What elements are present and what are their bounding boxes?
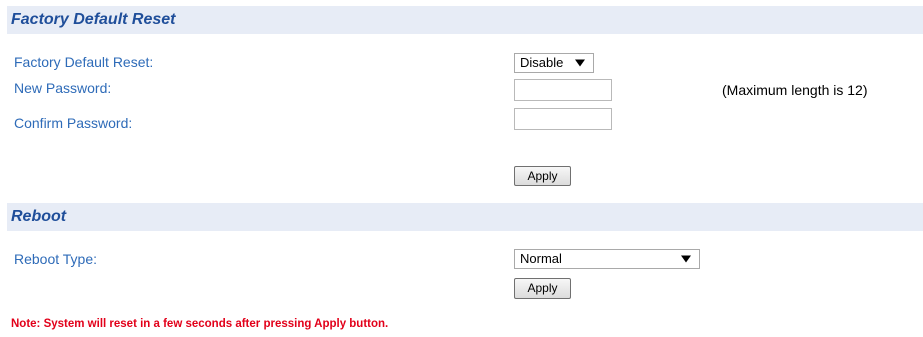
reboot-type-select-value: Normal xyxy=(520,251,562,266)
chevron-down-icon xyxy=(575,59,585,67)
factory-reset-select[interactable]: Disable xyxy=(514,53,594,73)
reboot-section-header: Reboot xyxy=(7,203,923,231)
chevron-down-icon xyxy=(681,255,691,263)
reboot-apply-button[interactable]: Apply xyxy=(514,278,571,299)
reboot-type-select[interactable]: Normal xyxy=(514,249,700,269)
reboot-type-label: Reboot Type: xyxy=(14,251,98,267)
factory-reset-label: Factory Default Reset: xyxy=(14,54,154,70)
confirm-password-field[interactable] xyxy=(514,108,612,130)
factory-reset-apply-button[interactable]: Apply xyxy=(514,166,571,186)
factory-reset-select-value: Disable xyxy=(520,55,564,70)
max-length-hint: (Maximum length is 12) xyxy=(722,82,868,98)
factory-reset-section-header: Factory Default Reset xyxy=(7,6,923,34)
confirm-password-label: Confirm Password: xyxy=(14,115,133,131)
new-password-field[interactable] xyxy=(514,79,612,101)
new-password-label: New Password: xyxy=(14,80,112,96)
reset-warning-note: Note: System will reset in a few seconds… xyxy=(11,318,389,330)
